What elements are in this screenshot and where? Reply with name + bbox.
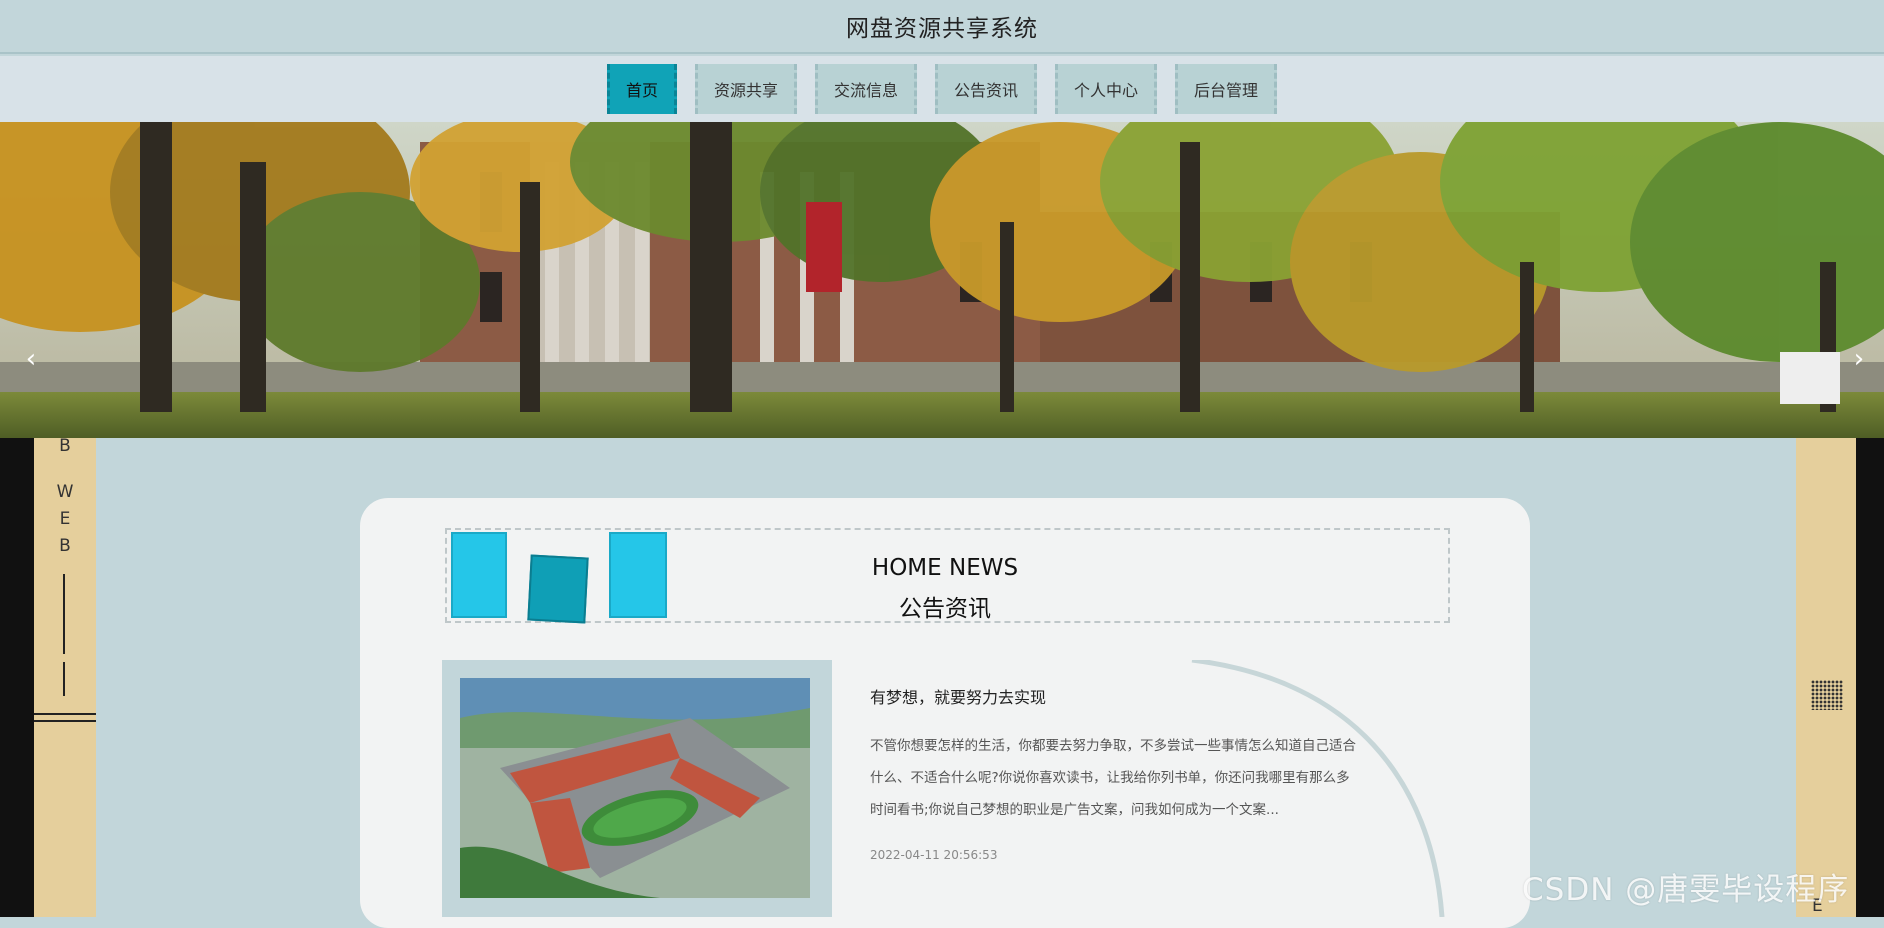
- left-side-letter: E: [59, 509, 71, 529]
- main-nav: 首页 资源共享 交流信息 公告资讯 个人中心 后台管理: [0, 56, 1884, 122]
- site-title: 网盘资源共享系统: [846, 16, 1038, 42]
- chevron-right-icon: ›: [1853, 344, 1865, 374]
- nav-item-admin[interactable]: 后台管理: [1175, 64, 1278, 114]
- watermark: CSDN @唐雯毕设程序: [1522, 872, 1850, 908]
- section-title-en: HOME NEWS: [871, 555, 1019, 581]
- left-side-divider: [63, 662, 65, 696]
- book-icon: [451, 532, 507, 618]
- site-header: 网盘资源共享系统: [0, 0, 1884, 54]
- banner-next-button[interactable]: ›: [1846, 342, 1872, 376]
- section-title-cn: 公告资讯: [899, 596, 991, 622]
- right-side-panel: [1796, 438, 1856, 917]
- banner-image: [0, 122, 1884, 438]
- news-summary: 不管你想要怎样的生活，你都要去努力争取，不多尝试一些事情怎么知道自己适合什么、不…: [870, 738, 1356, 818]
- left-side-rule: [34, 713, 96, 715]
- nav-item-home[interactable]: 首页: [606, 64, 677, 114]
- nav-item-announcements[interactable]: 公告资讯: [935, 64, 1038, 114]
- left-side-letter: B: [59, 436, 71, 456]
- banner-prev-button[interactable]: ‹: [18, 342, 44, 376]
- left-side-letter: B: [59, 536, 71, 556]
- nav-item-resource-share[interactable]: 资源共享: [694, 64, 797, 114]
- left-side-divider: [63, 574, 65, 654]
- left-side-strip: [0, 438, 34, 917]
- news-date: 2022-04-11 20:56:53: [870, 848, 998, 862]
- left-side-letter: W: [56, 482, 74, 502]
- nav-item-exchange-info[interactable]: 交流信息: [814, 64, 917, 114]
- nav-item-personal-center[interactable]: 个人中心: [1055, 64, 1158, 114]
- left-side-rule: [34, 720, 96, 722]
- chevron-left-icon: ‹: [25, 344, 37, 374]
- book-icon: [609, 532, 667, 618]
- news-image[interactable]: [460, 678, 810, 898]
- dot-grid-decoration: [1811, 680, 1843, 710]
- banner-carousel: ‹ ›: [0, 122, 1884, 438]
- right-side-strip: [1856, 438, 1884, 917]
- news-title[interactable]: 有梦想，就要努力去实现: [870, 684, 1046, 708]
- book-icon: [527, 554, 589, 624]
